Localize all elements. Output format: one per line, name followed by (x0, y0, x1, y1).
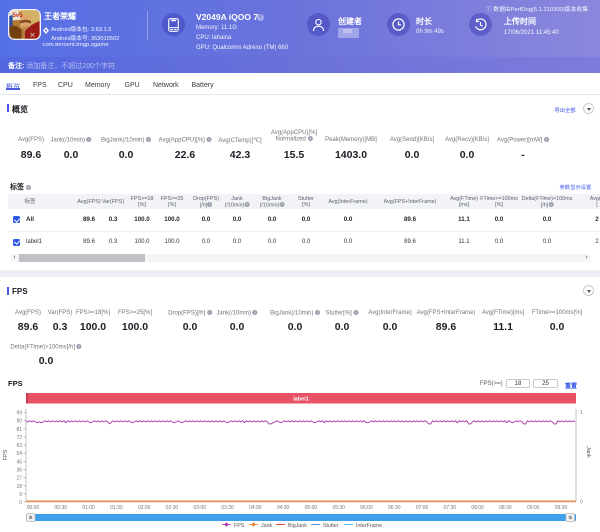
svg-text:Jank: Jank (261, 523, 273, 529)
svg-text:05:30: 05:30 (332, 505, 345, 511)
svg-text:FPS: FPS (234, 523, 245, 529)
svg-text:07:30: 07:30 (444, 505, 457, 511)
svg-text:02:00: 02:00 (138, 505, 151, 511)
svg-text:03:00: 03:00 (193, 505, 206, 511)
svg-text:36: 36 (16, 468, 22, 474)
svg-text:00:30: 00:30 (55, 505, 68, 511)
svg-text:04:00: 04:00 (249, 505, 262, 511)
svg-text:00:00: 00:00 (27, 505, 40, 511)
svg-text:09:00: 09:00 (527, 505, 540, 511)
svg-text:08:30: 08:30 (499, 505, 512, 511)
svg-text:09:30: 09:30 (555, 505, 568, 511)
svg-text:54: 54 (16, 451, 22, 457)
svg-text:01:30: 01:30 (110, 505, 123, 511)
svg-text:01:00: 01:00 (82, 505, 95, 511)
svg-text:0: 0 (19, 500, 22, 506)
svg-text:08:00: 08:00 (471, 505, 484, 511)
svg-text:02:30: 02:30 (166, 505, 179, 511)
svg-text:90: 90 (16, 419, 22, 425)
svg-text:0: 0 (580, 500, 583, 506)
svg-text:03:30: 03:30 (221, 505, 234, 511)
svg-text:FPS: FPS (3, 449, 9, 460)
svg-text:Stutter: Stutter (323, 523, 339, 529)
svg-text:27: 27 (16, 476, 22, 482)
svg-text:label1: label1 (293, 397, 309, 403)
svg-text:07:00: 07:00 (416, 505, 429, 511)
svg-text:Jank: Jank (585, 446, 591, 458)
svg-text:05:00: 05:00 (305, 505, 318, 511)
svg-text:06:00: 06:00 (360, 505, 373, 511)
svg-text:InterFrame: InterFrame (356, 523, 382, 529)
svg-text:1: 1 (580, 410, 583, 416)
svg-text:18: 18 (16, 484, 22, 490)
svg-text:81: 81 (16, 427, 22, 433)
svg-text:9: 9 (19, 492, 22, 498)
svg-text:99: 99 (16, 411, 22, 417)
svg-text:06:30: 06:30 (388, 505, 401, 511)
svg-text:45: 45 (16, 459, 22, 465)
svg-text:BigJank: BigJank (288, 523, 307, 529)
svg-text:63: 63 (16, 443, 22, 449)
svg-text:04:30: 04:30 (277, 505, 290, 511)
svg-text:72: 72 (16, 435, 22, 441)
